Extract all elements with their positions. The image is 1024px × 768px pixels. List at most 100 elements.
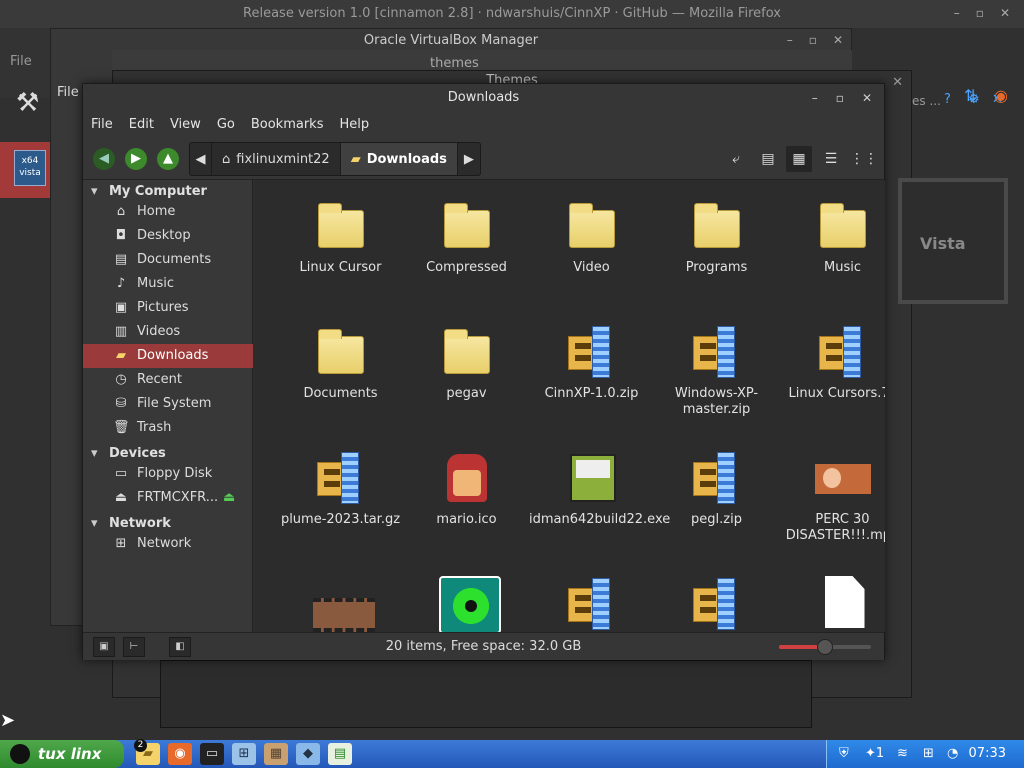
file-item[interactable]: [780, 576, 885, 632]
minimize-icon[interactable]: –: [812, 84, 818, 112]
file-item[interactable]: Linux Cursor: [278, 198, 403, 276]
file-item[interactable]: pegl.zip: [654, 450, 779, 528]
help-icon[interactable]: ?: [944, 92, 951, 107]
system-tray: ⛨ ✦1 ≋ ⊞ ◔ 07:33: [826, 740, 1024, 768]
firefox-title: Release version 1.0 [cinnamon 2.8] · ndw…: [0, 0, 1024, 28]
sidebar-item-floppy-disk[interactable]: ▭ Floppy Disk: [83, 462, 253, 486]
menu-edit[interactable]: Edit: [121, 112, 162, 138]
sidebar-item-pictures[interactable]: ▣ Pictures: [83, 296, 253, 320]
home-icon: ⌂: [116, 204, 126, 219]
sidebar-item-documents[interactable]: ▤ Documents: [83, 248, 253, 272]
menu-bookmarks[interactable]: Bookmarks: [243, 112, 332, 138]
vista-vm-icon: x64 vista: [14, 150, 46, 186]
file-item[interactable]: pegav: [404, 324, 529, 402]
file-item[interactable]: Linux Cursors.7z: [780, 324, 885, 402]
zoom-slider-handle[interactable]: [817, 639, 833, 655]
file-item[interactable]: [529, 576, 654, 632]
sidebar-item-videos[interactable]: ▥ Videos: [83, 320, 253, 344]
vm-list-item[interactable]: x64 vista: [0, 142, 50, 198]
vpn-icon[interactable]: ≋: [897, 746, 908, 761]
sidebar-item-network[interactable]: ⊞ Network: [83, 532, 253, 556]
file-item[interactable]: Music: [780, 198, 885, 276]
sidebar-section-network[interactable]: Network: [91, 516, 171, 531]
start-button[interactable]: tux linx: [0, 740, 124, 768]
up-button[interactable]: ▲: [157, 148, 179, 170]
toggle-location-icon[interactable]: ⤶: [723, 146, 749, 172]
videos-icon: ▥: [114, 324, 128, 339]
audio-icon[interactable]: ◔: [947, 746, 958, 761]
file-icon-container: [815, 576, 871, 632]
eject-icon[interactable]: ⏏: [223, 486, 235, 510]
path-left-arrow[interactable]: ◀: [190, 143, 212, 175]
update-count: 1: [875, 746, 885, 761]
sidebar-item-desktop[interactable]: ◘ Desktop: [83, 224, 253, 248]
show-treeview-button[interactable]: ⊢: [123, 637, 145, 657]
sidebar-item-drive[interactable]: ⏏ FRTMCXFR... ⏏: [83, 486, 253, 510]
file-item[interactable]: CinnXP-1.0.zip: [529, 324, 654, 402]
compact-view-icon[interactable]: ⋮⋮: [850, 146, 878, 172]
file-item[interactable]: [654, 576, 779, 632]
firefox-window-controls[interactable]: – ▫ ✕: [954, 6, 1010, 20]
path-segment-home[interactable]: ⌂ fixlinuxmint22: [212, 143, 341, 175]
close-icon[interactable]: ✕: [862, 84, 872, 112]
virtualbox-menu-file[interactable]: File: [57, 85, 79, 100]
network-tray-icon[interactable]: ⊞: [923, 746, 934, 761]
open-terminal-icon[interactable]: ▤: [755, 146, 781, 172]
menu-view[interactable]: View: [162, 112, 209, 138]
terminal-launcher-icon[interactable]: ▭: [200, 743, 224, 765]
virtualbox-window-controls[interactable]: – ▫ ✕: [787, 33, 843, 47]
sort-icon[interactable]: ⇅: [964, 86, 977, 105]
zoom-slider[interactable]: [779, 639, 871, 655]
firefox-launcher-icon[interactable]: ◉: [168, 743, 192, 765]
menu-help[interactable]: Help: [331, 112, 377, 138]
spreadsheet-launcher-icon[interactable]: ▤: [328, 743, 352, 765]
archive-icon: [692, 578, 741, 630]
sidebar-item-music[interactable]: ♪ Music: [83, 272, 253, 296]
file-item[interactable]: mario.ico: [404, 450, 529, 528]
statusbar: 20 items, Free space: 32.0 GB ▣ ⊢ ◧: [83, 632, 884, 660]
back-button[interactable]: ◀: [93, 148, 115, 170]
icon-view-icon[interactable]: ▦: [786, 146, 812, 172]
file-item[interactable]: Programs: [654, 198, 779, 276]
sidebar-item-trash[interactable]: 🗑 Trash: [83, 416, 253, 440]
hide-sidebar-button[interactable]: ◧: [169, 637, 191, 657]
tools-icon[interactable]: ⚒: [16, 88, 48, 120]
file-item[interactable]: Video: [529, 198, 654, 276]
file-item[interactable]: plume-2023.tar.gz: [278, 450, 403, 528]
file-item[interactable]: [278, 576, 403, 632]
clock[interactable]: 07:33: [969, 740, 1006, 768]
firefox-menu-file[interactable]: File: [10, 54, 32, 69]
sidebar-item-downloads[interactable]: ▰ Downloads: [83, 344, 253, 368]
sidebar-item-home[interactable]: ⌂ Home: [83, 200, 253, 224]
shield-icon[interactable]: ⛨: [839, 746, 849, 761]
window-titlebar[interactable]: Downloads – ▫ ✕: [83, 84, 884, 112]
file-item[interactable]: Windows-XP-master.zip: [654, 324, 779, 418]
sidebar-section-devices[interactable]: Devices: [91, 446, 166, 461]
path-segment-downloads[interactable]: ▰ Downloads: [340, 143, 458, 175]
file-icon-container: [439, 450, 495, 506]
menu-go[interactable]: Go: [209, 112, 243, 138]
globe-icon[interactable]: ◉: [994, 86, 1008, 105]
vm-preview: Vista: [898, 178, 1008, 304]
file-icon-container: [689, 324, 745, 380]
virtualbox-launcher-icon[interactable]: ◆: [296, 743, 320, 765]
file-item[interactable]: Compressed: [404, 198, 529, 276]
file-name: Windows-XP-master.zip: [674, 386, 759, 417]
list-view-icon[interactable]: ☰: [818, 146, 844, 172]
sidebar-section-my-computer[interactable]: My Computer: [91, 184, 207, 199]
file-item[interactable]: [404, 576, 529, 632]
file-item[interactable]: idman642build22.exe: [529, 450, 670, 528]
update-icon[interactable]: ✦1: [865, 746, 884, 761]
archive-launcher-icon[interactable]: ▦: [264, 743, 288, 765]
sidebar-item-file-system[interactable]: ⛁ File System: [83, 392, 253, 416]
path-right-arrow[interactable]: ▶: [458, 143, 480, 175]
file-item[interactable]: Documents: [278, 324, 403, 402]
trash-icon: 🗑: [113, 420, 130, 435]
forward-button[interactable]: ▶: [125, 148, 147, 170]
file-item[interactable]: PERC 30 DISASTER!!!.mp4: [780, 450, 885, 544]
maximize-icon[interactable]: ▫: [836, 84, 844, 112]
sidebar-item-recent[interactable]: ◷ Recent: [83, 368, 253, 392]
network-launcher-icon[interactable]: ⊞: [232, 743, 256, 765]
show-places-button[interactable]: ▣: [93, 637, 115, 657]
menu-file[interactable]: File: [83, 112, 121, 138]
